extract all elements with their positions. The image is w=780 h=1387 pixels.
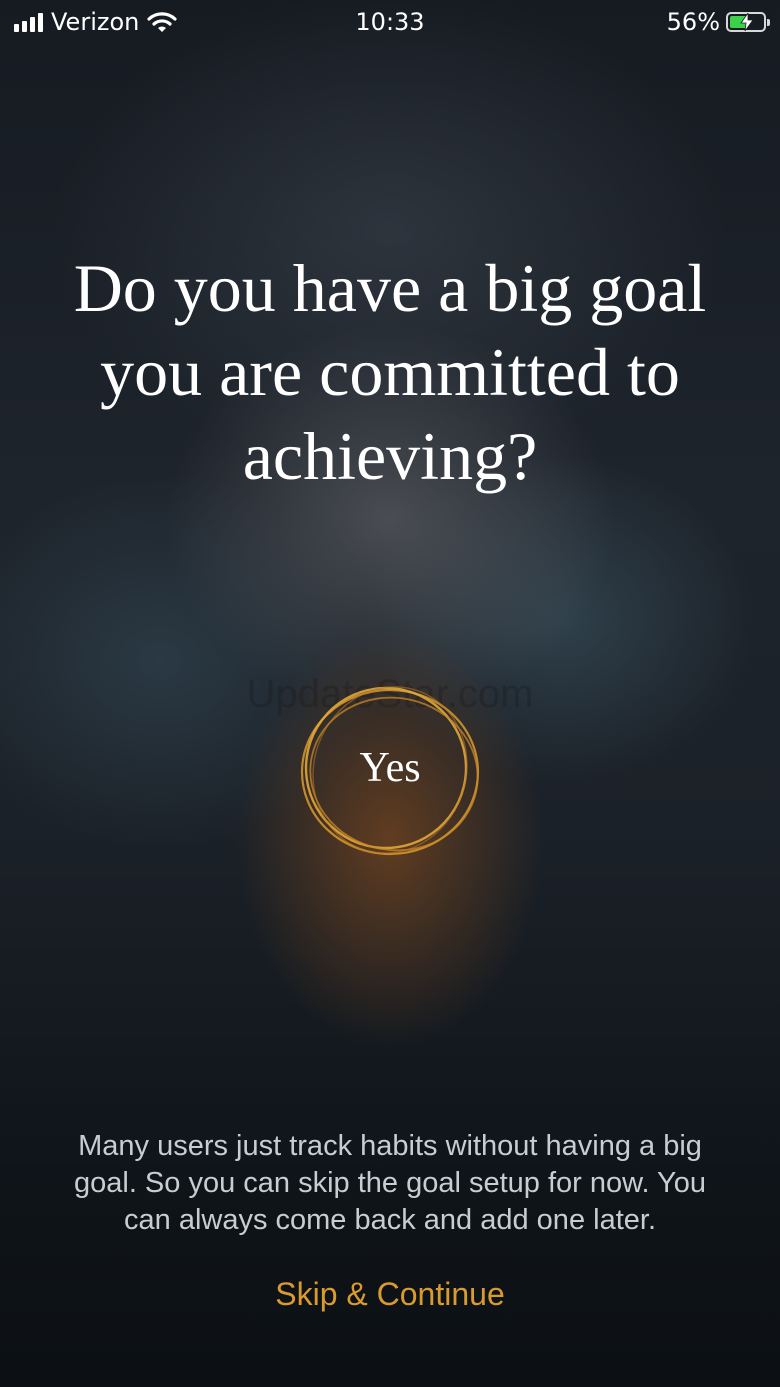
goal-question: Do you have a big goal you are committed… xyxy=(20,246,760,498)
info-line-3: can always come back and add one later. xyxy=(124,1204,656,1236)
question-line-2: you are committed to xyxy=(100,334,680,410)
skip-continue-button[interactable]: Skip & Continue xyxy=(0,1276,780,1313)
charging-bolt-icon xyxy=(740,13,754,31)
info-line-1: Many users just track habits without hav… xyxy=(78,1130,702,1162)
info-line-2: goal. So you can skip the goal setup for… xyxy=(73,1167,706,1199)
status-right: 56% xyxy=(666,8,770,36)
question-line-1: Do you have a big goal xyxy=(73,250,707,326)
battery-percent: 56% xyxy=(666,8,720,36)
skip-info-text: Many users just track habits without hav… xyxy=(30,1128,750,1239)
yes-label: Yes xyxy=(359,745,421,791)
battery-cap xyxy=(767,19,770,26)
yes-button[interactable]: Yes xyxy=(290,678,490,864)
question-line-3: achieving? xyxy=(242,418,538,494)
status-bar: Verizon 10:33 56% xyxy=(0,0,780,44)
goal-onboarding-screen: Verizon 10:33 56% Do you have a big goal… xyxy=(0,0,780,1387)
status-time: 10:33 xyxy=(355,8,425,36)
battery-charging-icon xyxy=(726,12,770,32)
